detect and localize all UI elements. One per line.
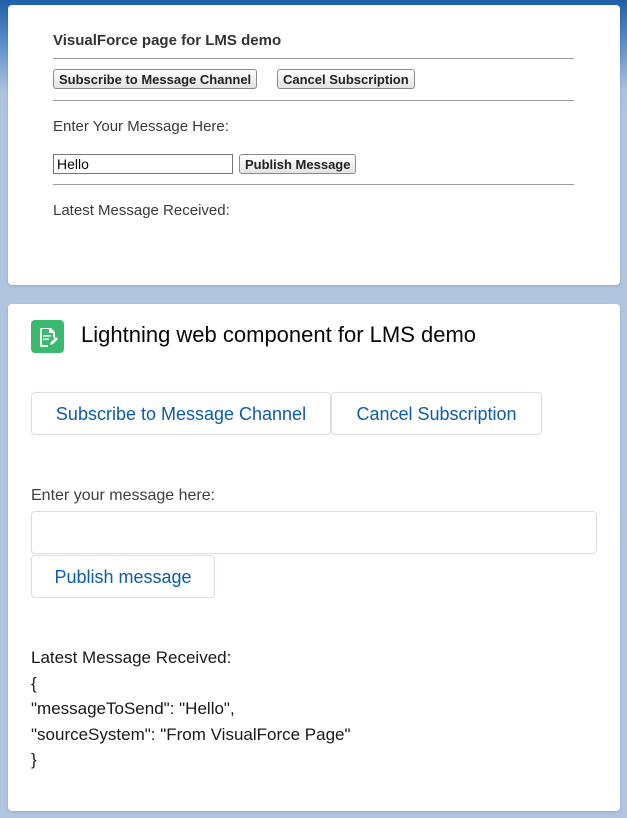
vf-subscribe-button[interactable]: Subscribe to Message Channel [53,69,258,89]
lwc-publish-button[interactable]: Publish message [31,555,215,598]
message-line: } [31,750,37,769]
lwc-latest-message: Latest Message Received: { "messageToSen… [31,645,351,773]
lwc-message-input[interactable] [31,511,597,554]
vf-cancel-subscription-button[interactable]: Cancel Subscription [277,69,415,89]
vf-message-input[interactable] [53,154,233,174]
vf-publish-button[interactable]: Publish Message [239,154,357,174]
message-line: "messageToSend": "Hello", [31,699,235,718]
lwc-latest-message-label: Latest Message Received: [31,648,232,667]
divider [53,100,574,101]
vf-card-title: VisualForce page for LMS demo [53,32,282,49]
message-line: "sourceSystem": "From VisualForce Page" [31,724,351,744]
lwc-card-title: Lightning web component for LMS demo [81,322,477,347]
lwc-enter-message-label: Enter your message here: [31,487,216,504]
divider [53,184,574,185]
lwc-card: Lightning web component for LMS demo Sub… [8,304,620,811]
lwc-subscribe-button[interactable]: Subscribe to Message Channel [31,392,331,435]
vf-enter-message-label: Enter Your Message Here: [53,118,229,135]
message-line: { [31,673,37,693]
divider [53,58,574,59]
lwc-cancel-subscription-button[interactable]: Cancel Subscription [331,392,542,435]
visualforce-card: VisualForce page for LMS demo Subscribe … [8,5,620,285]
document-edit-icon [31,320,64,353]
vf-latest-message-label: Latest Message Received: [53,202,230,219]
